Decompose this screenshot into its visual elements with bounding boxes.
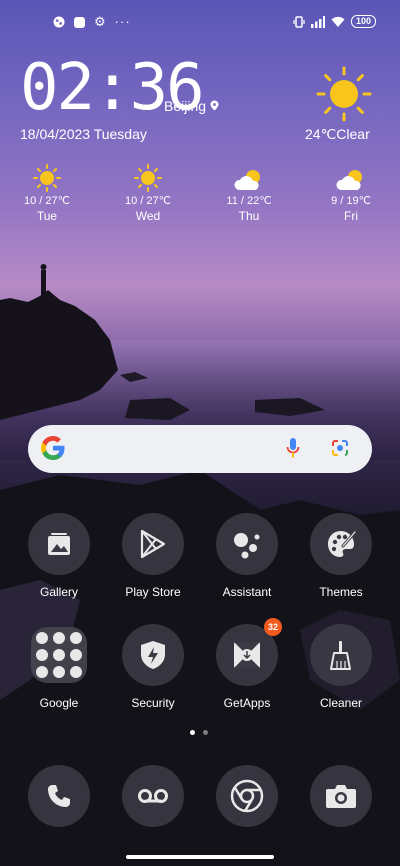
forecast-temp: 10 / 27℃ [24, 195, 70, 207]
camera-icon [310, 765, 372, 827]
app-cleaner[interactable]: Cleaner [296, 624, 386, 710]
app-getapps[interactable]: 32 GetApps [202, 618, 292, 710]
home-indicator[interactable] [126, 855, 274, 859]
current-weather[interactable]: 24℃Clear [305, 126, 370, 143]
google-logo [40, 435, 66, 466]
partly-cloudy-icon [234, 170, 260, 190]
square-notification-icon [74, 16, 85, 28]
partly-cloudy-icon [336, 170, 362, 190]
voicemail-icon [122, 765, 184, 827]
forecast-day-label: Wed [135, 209, 161, 223]
forecast-day[interactable]: 9 / 19℃ Fri [311, 164, 391, 223]
status-bar: ⚙ ··· 100 [0, 12, 400, 32]
sun-icon [134, 164, 162, 192]
app-play-store[interactable]: Play Store [108, 513, 198, 599]
app-themes[interactable]: Themes [296, 513, 386, 599]
sun-icon [33, 164, 61, 192]
forecast-temp: 9 / 19℃ [331, 195, 371, 207]
app-notification-icon [53, 16, 65, 28]
signal-icon [310, 15, 325, 28]
app-label: Gallery [39, 585, 78, 599]
forecast-day[interactable]: 11 / 22℃ Thu [209, 164, 289, 223]
forecast-day-label: Fri [344, 209, 358, 223]
mic-icon[interactable] [286, 437, 300, 459]
page-indicator[interactable] [190, 730, 208, 735]
folder-icon [28, 624, 90, 686]
assistant-icon [216, 513, 278, 575]
palette-icon [310, 513, 372, 575]
forecast-day[interactable]: 10 / 27℃ Tue [7, 164, 87, 223]
dock-phone[interactable] [14, 765, 104, 827]
chrome-icon [216, 765, 278, 827]
sun-icon[interactable] [316, 66, 372, 122]
app-label: Google [39, 696, 79, 710]
more-dots-icon: ··· [114, 14, 131, 29]
battery-indicator: 100 [350, 15, 376, 28]
notification-badge: 32 [264, 618, 282, 636]
page-dot-active [190, 730, 195, 735]
broom-icon [310, 624, 372, 686]
forecast-temp: 10 / 27℃ [125, 195, 171, 207]
google-lens-icon[interactable] [331, 439, 349, 457]
app-label: Themes [319, 585, 363, 599]
app-label: Play Store [125, 585, 181, 599]
getapps-icon: 32 [216, 618, 282, 686]
forecast-day-label: Tue [36, 209, 58, 223]
app-gallery[interactable]: Gallery [14, 513, 104, 599]
app-assistant[interactable]: Assistant [202, 513, 292, 599]
location-pin-icon [210, 100, 219, 111]
google-search-bar[interactable] [28, 425, 372, 473]
wifi-icon [331, 16, 345, 27]
forecast-day[interactable]: 10 / 27℃ Wed [108, 164, 188, 223]
app-label: Cleaner [319, 696, 363, 710]
play-store-icon [122, 513, 184, 575]
app-security[interactable]: Security [108, 624, 198, 710]
vibrate-icon [293, 15, 305, 28]
app-label: GetApps [223, 696, 271, 710]
shield-icon [122, 624, 184, 686]
dock-voicemail[interactable] [108, 765, 198, 827]
gallery-icon [28, 513, 90, 575]
phone-icon [28, 765, 90, 827]
app-label: Security [131, 696, 175, 710]
dock-chrome[interactable] [202, 765, 292, 827]
clock-date[interactable]: 18/04/2023 Tuesday [20, 126, 147, 142]
settings-notification-icon: ⚙ [94, 14, 106, 29]
page-dot [203, 730, 208, 735]
forecast-temp: 11 / 22℃ [226, 195, 272, 207]
forecast-day-label: Thu [238, 209, 260, 223]
dock-camera[interactable] [296, 765, 386, 827]
city-label: Beijing [164, 98, 207, 114]
clock-city[interactable]: Beijing [164, 98, 219, 114]
app-folder-google[interactable]: Google [14, 624, 104, 710]
app-label: Assistant [222, 585, 272, 599]
